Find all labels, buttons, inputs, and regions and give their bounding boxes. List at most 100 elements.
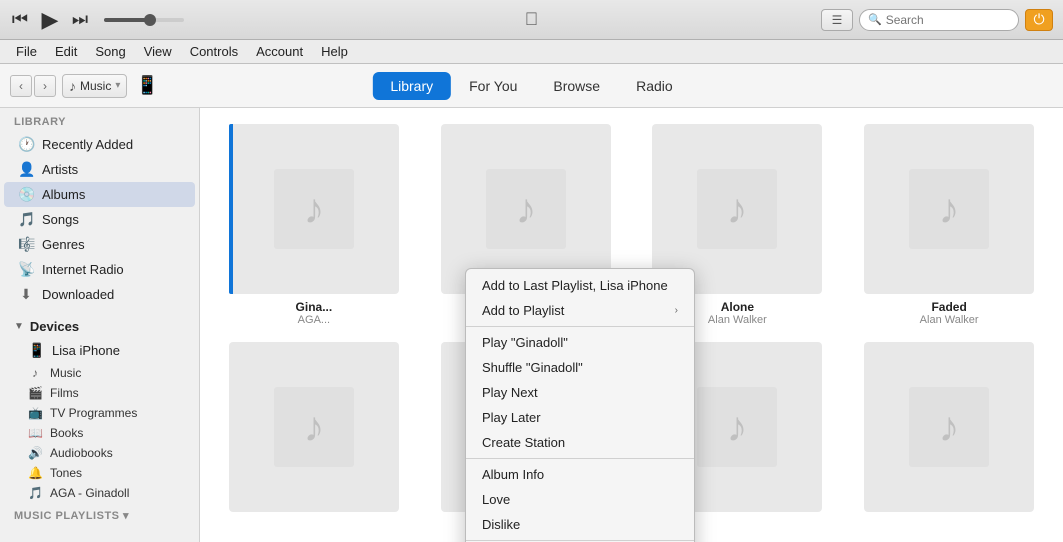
sidebar-item-device-aga[interactable]: 🎵 AGA - Ginadoll [0, 483, 199, 503]
sidebar-label-device-aga: AGA - Ginadoll [50, 486, 129, 500]
album-card-4[interactable]: ♪ [216, 342, 412, 512]
menu-view[interactable]: View [136, 42, 180, 61]
album-title-0: Gina... [296, 300, 333, 314]
nav-arrows: ‹ › [10, 75, 56, 97]
lisa-iphone-icon: 📱 [28, 342, 44, 359]
ctx-separator-2 [466, 458, 694, 459]
tab-library[interactable]: Library [372, 72, 451, 100]
sidebar-item-genres[interactable]: 🎼 Genres [4, 232, 195, 257]
music-note-placeholder-2: ♪ [697, 169, 777, 249]
sidebar-item-device-tv[interactable]: 📺 TV Programmes [0, 403, 199, 423]
sidebar-item-device-music[interactable]: ♪ Music [0, 363, 199, 383]
music-note-placeholder-1: ♪ [486, 169, 566, 249]
ctx-dislike[interactable]: Dislike [466, 512, 694, 537]
devices-header[interactable]: ▼ Devices [0, 315, 199, 338]
device-music-icon: ♪ [28, 366, 42, 380]
sidebar-item-songs[interactable]: 🎵 Songs [4, 207, 195, 232]
ctx-play-next[interactable]: Play Next [466, 380, 694, 405]
nav-forward[interactable]: › [34, 75, 56, 97]
menu-song[interactable]: Song [87, 42, 133, 61]
forward-button[interactable]: ⏭ [70, 10, 90, 30]
account-button[interactable]: ⏻ [1025, 9, 1053, 31]
sidebar-label-albums: Albums [42, 187, 85, 202]
sidebar-item-device-books[interactable]: 📖 Books [0, 423, 199, 443]
album-art-3: ♪ [864, 124, 1034, 294]
search-box[interactable]: 🔍 [859, 9, 1019, 31]
nav-back[interactable]: ‹ [10, 75, 32, 97]
apple-logo:  [525, 9, 539, 30]
downloaded-icon: ⬇ [18, 286, 34, 303]
svg-text:♪: ♪ [939, 185, 960, 232]
tab-radio[interactable]: Radio [618, 72, 691, 100]
menu-help[interactable]: Help [313, 42, 356, 61]
sidebar-item-internet-radio[interactable]: 📡 Internet Radio [4, 257, 195, 282]
sidebar-label-lisa-iphone: Lisa iPhone [52, 343, 120, 358]
devices-title: Devices [30, 319, 79, 334]
ctx-love[interactable]: Love [466, 487, 694, 512]
volume-slider[interactable] [104, 18, 184, 22]
menu-edit[interactable]: Edit [47, 42, 85, 61]
ctx-album-info[interactable]: Album Info [466, 462, 694, 487]
list-view-button[interactable]: ☰ [821, 9, 853, 31]
source-selector[interactable]: ♪ Music ▾ [62, 74, 127, 98]
ctx-add-to-playlist[interactable]: Add to Playlist › [466, 298, 694, 323]
music-note-icon: ♪ [69, 78, 76, 94]
sidebar-label-artists: Artists [42, 162, 78, 177]
album-card-7[interactable]: ♪ [851, 342, 1047, 512]
devices-triangle-icon: ▼ [14, 321, 24, 332]
ctx-separator-3 [466, 540, 694, 541]
sidebar-label-songs: Songs [42, 212, 79, 227]
album-card-3[interactable]: ♪ Faded Alan Walker [851, 124, 1047, 326]
sidebar-item-recently-added[interactable]: 🕐 Recently Added [4, 132, 195, 157]
internet-radio-icon: 📡 [18, 261, 34, 278]
sidebar-label-device-audiobooks: Audiobooks [50, 446, 113, 460]
device-aga-icon: 🎵 [28, 486, 42, 500]
svg-text:♪: ♪ [515, 185, 536, 232]
content-area: ♪ Gina... AGA... ♪ [200, 108, 1063, 542]
tab-browse[interactable]: Browse [535, 72, 618, 100]
sidebar-item-device-films[interactable]: 🎬 Films [0, 383, 199, 403]
tab-for-you[interactable]: For You [451, 72, 535, 100]
sidebar-item-downloaded[interactable]: ⬇ Downloaded [4, 282, 195, 307]
ctx-shuffle-ginadoll[interactable]: Shuffle "Ginadoll" [466, 355, 694, 380]
menu-bar: File Edit Song View Controls Account Hel… [0, 40, 1063, 64]
music-playlists-header[interactable]: Music Playlists ▾ [0, 503, 199, 526]
album-artist-2: Alan Walker [708, 314, 767, 326]
ctx-play-ginadoll[interactable]: Play "Ginadoll" [466, 330, 694, 355]
search-input[interactable] [886, 13, 1010, 27]
sidebar: Library 🕐 Recently Added 👤 Artists 💿 Alb… [0, 108, 200, 542]
sidebar-item-albums[interactable]: 💿 Albums [4, 182, 195, 207]
playlists-title: Music Playlists ▾ [14, 509, 129, 522]
sidebar-item-device-audiobooks[interactable]: 🔊 Audiobooks [0, 443, 199, 463]
sidebar-item-lisa-iphone[interactable]: 📱 Lisa iPhone [4, 338, 195, 363]
menu-file[interactable]: File [8, 42, 45, 61]
iphone-button[interactable]: 📱 [133, 72, 161, 100]
sidebar-label-genres: Genres [42, 237, 85, 252]
title-bar: ⏮ ▶ ⏭  ☰ 🔍 ⏻ [0, 0, 1063, 40]
genres-icon: 🎼 [18, 236, 34, 253]
sidebar-item-artists[interactable]: 👤 Artists [4, 157, 195, 182]
recently-added-icon: 🕐 [18, 136, 34, 153]
device-audiobooks-icon: 🔊 [28, 446, 42, 460]
ctx-create-station[interactable]: Create Station [466, 430, 694, 455]
album-card-0[interactable]: ♪ Gina... AGA... [216, 124, 412, 326]
play-button[interactable]: ▶ [36, 6, 64, 34]
ctx-play-later[interactable]: Play Later [466, 405, 694, 430]
sidebar-label-device-films: Films [50, 386, 79, 400]
menu-account[interactable]: Account [248, 42, 311, 61]
album-art-7: ♪ [864, 342, 1034, 512]
music-note-placeholder-4: ♪ [274, 387, 354, 467]
device-films-icon: 🎬 [28, 386, 42, 400]
music-note-placeholder-0: ♪ [274, 169, 354, 249]
context-menu: Add to Last Playlist, Lisa iPhone Add to… [465, 268, 695, 542]
artists-icon: 👤 [18, 161, 34, 178]
rewind-button[interactable]: ⏮ [10, 10, 30, 30]
device-tones-icon: 🔔 [28, 466, 42, 480]
album-art-4: ♪ [229, 342, 399, 512]
sidebar-item-device-tones[interactable]: 🔔 Tones [0, 463, 199, 483]
menu-controls[interactable]: Controls [182, 42, 246, 61]
playback-controls: ⏮ ▶ ⏭ [10, 6, 184, 34]
library-section-title: Library [0, 108, 199, 132]
ctx-add-to-last-playlist[interactable]: Add to Last Playlist, Lisa iPhone [466, 273, 694, 298]
search-icon: 🔍 [868, 13, 882, 26]
